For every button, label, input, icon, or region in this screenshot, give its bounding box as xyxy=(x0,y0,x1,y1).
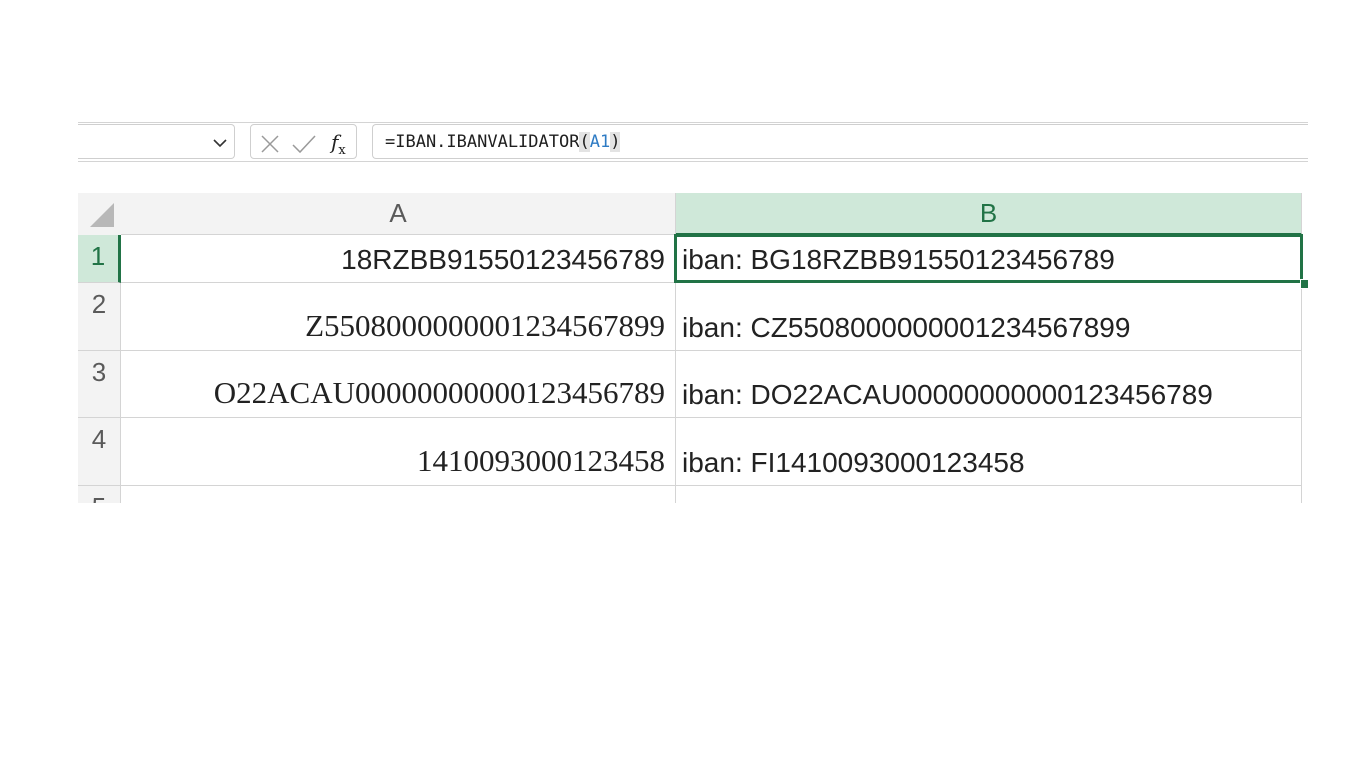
formula-reference: A1 xyxy=(589,132,611,152)
active-cell-border xyxy=(674,234,1303,283)
column-header-a[interactable]: A xyxy=(121,193,676,235)
cell-value: Z5508000000001234567899 xyxy=(305,308,665,343)
row-header-3[interactable]: 3 xyxy=(78,351,121,418)
cell-b5[interactable] xyxy=(676,486,1302,503)
cell-value: 18RZBB91550123456789 xyxy=(341,244,665,275)
cell-a4[interactable]: 1410093000123458 xyxy=(121,418,676,486)
column-header-label: B xyxy=(979,197,998,228)
check-icon[interactable] xyxy=(291,133,317,155)
fx-icon[interactable]: fx xyxy=(331,130,346,158)
select-all-corner[interactable] xyxy=(78,193,121,235)
cell-value: O22ACAU00000000000123456789 xyxy=(213,375,665,410)
cell-value: 1410093000123458 xyxy=(417,443,665,478)
formula-input[interactable]: =IBAN.IBANVALIDATOR(A1) xyxy=(372,124,1308,159)
row-number: 2 xyxy=(91,289,107,319)
cell-value: iban: DO22ACAU00000000000123456789 xyxy=(682,379,1213,410)
formula-bar: fx =IBAN.IBANVALIDATOR(A1) xyxy=(78,122,1308,162)
row-header-1[interactable]: 1 xyxy=(78,235,121,283)
name-box[interactable] xyxy=(78,124,235,159)
spreadsheet-grid: A B 1 18RZBB91550123456789 iban: BG18RZB… xyxy=(78,193,1308,503)
cell-b2[interactable]: iban: CZ5508000000001234567899 xyxy=(676,283,1302,351)
cell-value: iban: FI1410093000123458 xyxy=(682,447,1025,478)
cell-value: iban: CZ5508000000001234567899 xyxy=(682,312,1131,343)
column-header-label: A xyxy=(389,198,407,228)
formula-close-paren: ) xyxy=(610,132,621,152)
cell-a1[interactable]: 18RZBB91550123456789 xyxy=(121,235,676,283)
fx-subscript: x xyxy=(338,143,346,158)
column-header-b[interactable]: B xyxy=(676,193,1302,235)
formula-controls: fx xyxy=(250,124,357,159)
cell-a5[interactable] xyxy=(121,486,676,503)
row-number: 1 xyxy=(90,241,106,271)
cell-b3[interactable]: iban: DO22ACAU00000000000123456789 xyxy=(676,351,1302,418)
cell-b4[interactable]: iban: FI1410093000123458 xyxy=(676,418,1302,486)
row-number: 5 xyxy=(92,492,106,503)
row-number: 3 xyxy=(91,357,107,387)
close-icon[interactable] xyxy=(259,133,281,155)
select-all-triangle-icon xyxy=(90,203,114,227)
formula-function: =IBAN.IBANVALIDATOR xyxy=(385,132,580,152)
chevron-down-icon[interactable] xyxy=(212,135,228,151)
row-header-5[interactable]: 5 xyxy=(78,486,121,503)
row-number: 4 xyxy=(91,424,107,454)
row-header-2[interactable]: 2 xyxy=(78,283,121,351)
formula-open-paren: ( xyxy=(579,132,590,152)
cell-a3[interactable]: O22ACAU00000000000123456789 xyxy=(121,351,676,418)
row-header-4[interactable]: 4 xyxy=(78,418,121,486)
cell-a2[interactable]: Z5508000000001234567899 xyxy=(121,283,676,351)
fill-handle[interactable] xyxy=(1300,279,1308,289)
